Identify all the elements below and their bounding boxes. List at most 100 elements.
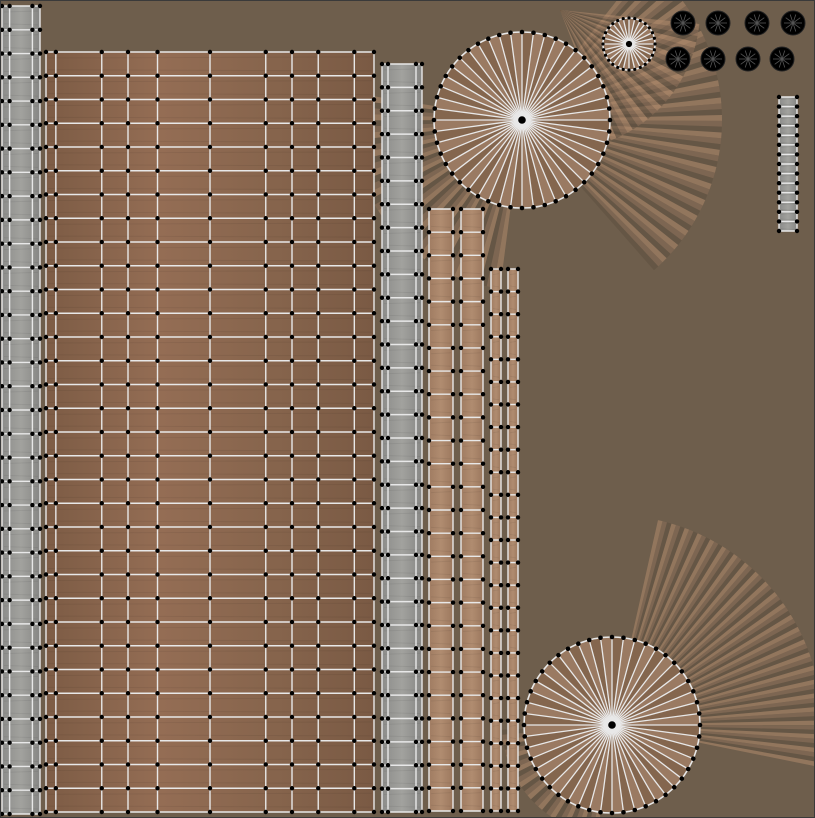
stone-center-vertex (385, 716, 391, 721)
stone-left-vertex (37, 312, 43, 318)
wood-large-vertex (43, 406, 49, 411)
stone-center-vertex (419, 389, 425, 394)
wood-large-vertex (207, 311, 213, 316)
stone-center-vertex (385, 763, 391, 768)
wood-large-vertex (207, 572, 213, 577)
wood-large-vertex (352, 192, 357, 197)
wood-large-vertex (289, 429, 295, 435)
wood-d-vertex (505, 786, 511, 791)
wood-large-vertex (155, 762, 160, 767)
hub-vertex (602, 36, 606, 40)
wood-large-vertex (155, 596, 160, 601)
stone-left-vertex (30, 51, 35, 56)
stone-left-vertex (37, 407, 43, 413)
wood-large-vertex (316, 643, 321, 648)
stone-center-vertex (385, 412, 391, 417)
wood-large-vertex (371, 667, 377, 672)
wood-c-vertex (488, 786, 494, 791)
hub-vertex (633, 17, 637, 21)
wood-large-vertex (352, 358, 357, 363)
wood-b-vertex (458, 693, 464, 698)
wood-large-vertex (43, 572, 49, 577)
stone-left-vertex (7, 407, 12, 413)
wood-large-vertex (99, 121, 104, 126)
wheel-bottom-vertex (522, 711, 528, 716)
wood-large-vertex (263, 429, 268, 435)
wood-large-vertex (263, 406, 268, 411)
wood-a-vertex (426, 669, 432, 675)
wood-d-vertex (505, 763, 511, 769)
wood-large-vertex (43, 429, 49, 435)
stone-left-vertex (30, 384, 35, 389)
stone-left-vertex (30, 431, 35, 436)
stone-center-vertex (419, 412, 425, 417)
stone-left-vertex (37, 574, 43, 579)
wood-large-vertex (289, 49, 295, 55)
stone-center-vertex (379, 178, 385, 184)
stone-left-vertex (30, 526, 35, 532)
wheel-top-vertex (496, 32, 502, 38)
wood-large-vertex (352, 121, 357, 126)
wheel-bottom-vertex (663, 652, 668, 658)
wood-large-vertex (207, 73, 213, 78)
wheel-top-vertex (431, 117, 437, 123)
wood-a-vertex (450, 716, 456, 721)
stone-left-vertex (7, 288, 12, 294)
wood-large-vertex (125, 667, 131, 672)
stone-center-vertex (379, 248, 385, 254)
wood-large-vertex (99, 501, 104, 506)
wood-c-vertex (488, 560, 494, 565)
stone-left-vertex (30, 122, 35, 128)
wood-large-vertex (43, 358, 49, 363)
wood-c-vertex (498, 582, 504, 588)
stone-small-vertex (794, 180, 800, 186)
wood-large-vertex (125, 358, 131, 363)
wood-large-vertex (352, 382, 357, 387)
wood-large-vertex (43, 548, 49, 553)
wood-a-vertex (450, 507, 456, 513)
wood-b-vertex (480, 415, 486, 420)
stone-center-vertex (419, 716, 425, 721)
wood-large-vertex (99, 691, 104, 696)
wood-large-vertex (207, 263, 213, 268)
wood-large-vertex (263, 49, 268, 55)
wood-b-vertex (480, 530, 486, 536)
stone-center-vertex (385, 669, 391, 674)
wood-b-vertex (480, 253, 486, 258)
stone-center-vertex (379, 225, 385, 230)
stone-center-vertex (385, 692, 391, 698)
wood-large-vertex (289, 762, 295, 767)
wood-a-vertex (426, 322, 432, 327)
wood-d-vertex (505, 808, 511, 814)
wood-large-vertex (53, 738, 59, 743)
stone-center-vertex (413, 529, 419, 534)
stone-center-vertex (385, 622, 391, 628)
wood-large-vertex (316, 239, 321, 245)
wood-large-vertex (53, 548, 59, 553)
stone-left-vertex (7, 550, 12, 555)
stone-left-vertex (7, 146, 12, 151)
wood-a-vertex (426, 461, 432, 466)
wood-d-vertex (505, 650, 511, 656)
stone-left-vertex (30, 645, 35, 650)
stone-left-vertex (7, 692, 12, 698)
stone-center-vertex (413, 552, 419, 558)
stone-center-vertex (385, 739, 391, 745)
wood-large-vertex (125, 762, 131, 767)
wood-large-vertex (207, 453, 213, 458)
stone-center-vertex (379, 552, 385, 558)
wood-large-vertex (316, 358, 321, 363)
wood-large-vertex (263, 619, 268, 625)
wood-a-vertex (426, 276, 432, 281)
wood-b-vertex (480, 646, 486, 652)
wood-large-vertex (371, 786, 377, 791)
wood-large-vertex (371, 809, 377, 815)
wood-large-vertex (316, 501, 321, 506)
wood-a-vertex (426, 206, 432, 212)
wood-d-vertex (515, 470, 521, 475)
wheel-bottom-vertex (691, 689, 696, 694)
stone-center-vertex (419, 739, 425, 745)
stone-center-vertex (379, 599, 385, 604)
wood-c-vertex (498, 650, 504, 656)
wood-b-vertex (480, 276, 486, 281)
